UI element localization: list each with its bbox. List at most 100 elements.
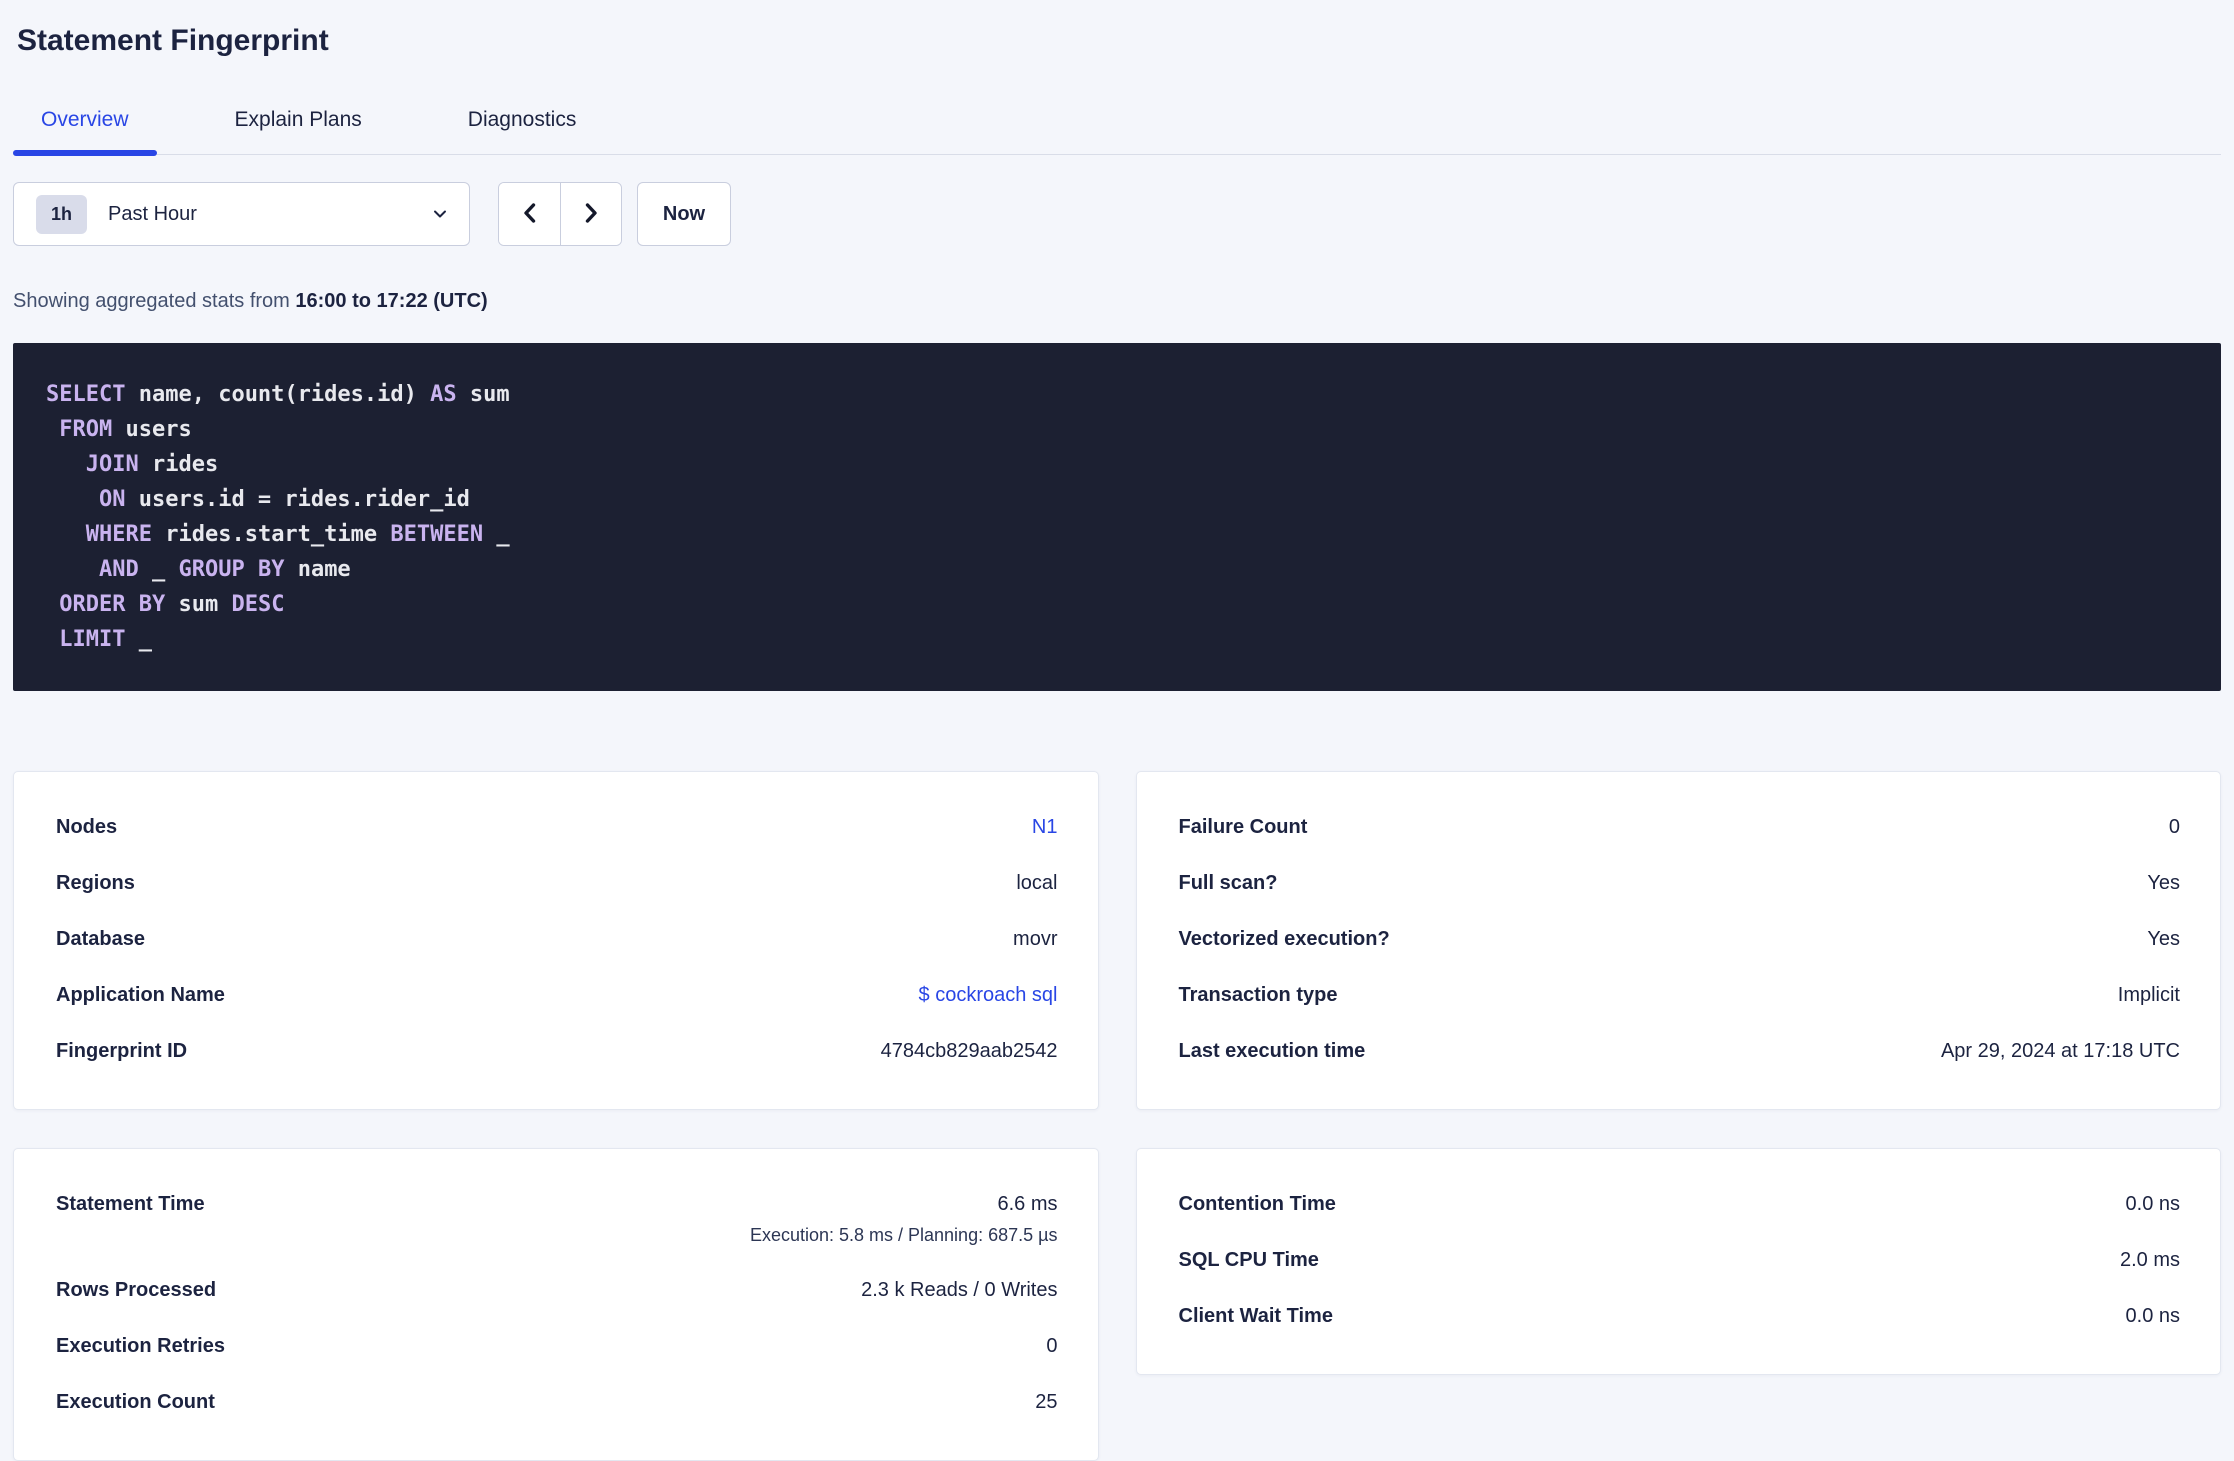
page-title: Statement Fingerprint — [17, 24, 329, 57]
row-value: Yes — [2147, 928, 2180, 950]
statement-fingerprint-page: Statement Fingerprint Overview Explain Pl… — [0, 0, 2234, 1461]
tab-label: Diagnostics — [467, 108, 577, 131]
row-label: Database — [56, 928, 145, 950]
card-row: Regions local — [56, 872, 1058, 895]
card-row: Client Wait Time 0.0 ns — [1179, 1305, 2181, 1328]
card-row: Failure Count 0 — [1179, 816, 2181, 839]
sql-text: name, count(rides.id) — [125, 382, 431, 407]
chevron-left-icon — [519, 200, 541, 229]
time-range-badge: 1h — [36, 194, 88, 234]
row-label: Vectorized execution? — [1178, 928, 1390, 950]
time-toolbar: 1h Past Hour Now — [13, 182, 2221, 246]
card-row: Application Name $ cockroach sql — [56, 984, 1058, 1007]
sql-keyword: SELECT — [46, 382, 126, 407]
time-range-select[interactable]: 1h Past Hour — [13, 182, 470, 246]
row-label: Statement Time — [56, 1193, 205, 1215]
sql-keyword: AS — [430, 382, 457, 407]
card-statement-timing: Statement Time 6.6 ms Execution: 5.8 ms / … — [13, 1148, 1099, 1461]
sql-line: AND _ GROUP BY name — [46, 552, 2188, 587]
row-value: 4784cb829aab2542 — [880, 1040, 1058, 1062]
now-button[interactable]: Now — [637, 182, 731, 246]
row-value-link[interactable]: $ cockroach sql — [919, 984, 1058, 1007]
sql-text: users.id = rides.rider_id — [125, 487, 470, 512]
sql-text: _ — [483, 522, 510, 547]
summary-cards-grid: Nodes N1 Regions local Database movr Applicati… — [13, 771, 2221, 1461]
sql-keyword: BETWEEN — [390, 522, 484, 547]
card-subrow: Execution: 5.8 ms / Planning: 687.5 µs — [56, 1225, 1058, 1246]
row-label: Contention Time — [1178, 1193, 1336, 1215]
card-row: Full scan? Yes — [1179, 872, 2181, 895]
card-row: Last execution time Apr 29, 2024 at 17:18… — [1179, 1040, 2181, 1063]
card-row: Statement Time 6.6 ms — [56, 1193, 1058, 1216]
row-label: Fingerprint ID — [56, 1040, 188, 1062]
tab-label: Overview — [41, 108, 129, 131]
sql-line: JOIN rides — [46, 447, 2188, 482]
tab-label: Explain Plans — [234, 108, 362, 131]
card-statement-details: Nodes N1 Regions local Database movr Applicati… — [13, 771, 1099, 1110]
sql-keyword: ORDER BY — [59, 592, 166, 617]
card-row: Database movr — [56, 928, 1058, 951]
sql-line: LIMIT _ — [46, 622, 2188, 657]
sql-keyword: JOIN — [85, 452, 139, 477]
row-label: Client Wait Time — [1178, 1305, 1333, 1327]
row-label: Failure Count — [1178, 816, 1308, 838]
row-value: Apr 29, 2024 at 17:18 UTC — [1940, 1040, 2180, 1062]
card-row: Rows Processed 2.3 k Reads / 0 Writes — [56, 1279, 1058, 1302]
sql-keyword: WHERE — [85, 522, 152, 547]
row-value: 0 — [2168, 816, 2180, 838]
time-range-label: Past Hour — [108, 202, 197, 225]
sql-line: SELECT name, count(rides.id) AS sum — [46, 377, 2188, 412]
prev-range-button[interactable] — [499, 183, 560, 245]
card-row: Transaction type Implicit — [1179, 984, 2181, 1007]
aggregated-stats-summary: Showing aggregated stats from 16:00 to 1… — [13, 290, 2221, 313]
card-row: SQL CPU Time 2.0 ms — [1179, 1249, 2181, 1272]
row-value: 25 — [1035, 1391, 1058, 1413]
sql-line: FROM users — [46, 412, 2188, 447]
tabs: Overview Explain Plans Diagnostics — [13, 108, 654, 156]
stats-summary-prefix: Showing aggregated stats from — [13, 290, 296, 312]
row-label: Last execution time — [1178, 1040, 1366, 1062]
row-label: Execution Count — [56, 1391, 215, 1413]
sql-text: name — [284, 557, 351, 582]
sql-text: sum — [456, 382, 510, 407]
card-execution-attributes: Failure Count 0 Full scan? Yes Vectorized ex… — [1135, 771, 2221, 1110]
tab-diagnostics[interactable]: Diagnostics — [440, 108, 605, 154]
row-label: Full scan? — [1178, 872, 1278, 894]
card-wait-times: Contention Time 0.0 ns SQL CPU Time 2.0 ms C… — [1135, 1148, 2221, 1375]
sql-text: rides.start_time — [151, 522, 391, 547]
row-value: Implicit — [2117, 984, 2180, 1006]
next-range-button[interactable] — [560, 183, 621, 245]
sql-text: sum — [165, 592, 232, 617]
sql-text: _ — [125, 627, 152, 652]
row-value: 2.0 ms — [2119, 1249, 2180, 1271]
row-label: Application Name — [56, 984, 225, 1006]
tab-overview[interactable]: Overview — [13, 108, 157, 156]
row-value: 6.6 ms — [997, 1193, 1058, 1215]
sql-keyword: GROUP BY — [178, 557, 285, 582]
row-value: Yes — [2147, 872, 2180, 894]
sql-keyword: ON — [98, 487, 126, 512]
card-row: Execution Retries 0 — [56, 1335, 1058, 1358]
row-value: movr — [1013, 928, 1058, 950]
card-row: Vectorized execution? Yes — [1179, 928, 2181, 951]
row-value: 0.0 ns — [2125, 1193, 2180, 1215]
row-label: SQL CPU Time — [1178, 1249, 1319, 1271]
row-label: Transaction type — [1178, 984, 1338, 1006]
row-label: Nodes — [56, 816, 118, 838]
row-value: 0 — [1046, 1335, 1058, 1357]
row-value: 2.3 k Reads / 0 Writes — [861, 1279, 1058, 1301]
row-label: Rows Processed — [56, 1279, 217, 1301]
tab-explain-plans[interactable]: Explain Plans — [207, 108, 390, 154]
sql-text: rides — [138, 452, 219, 477]
card-row: Contention Time 0.0 ns — [1179, 1193, 2181, 1216]
card-row: Nodes N1 — [56, 816, 1058, 839]
sql-line: WHERE rides.start_time BETWEEN _ — [46, 517, 2188, 552]
row-value-link[interactable]: N1 — [1032, 816, 1058, 839]
sql-keyword: AND — [98, 557, 139, 582]
